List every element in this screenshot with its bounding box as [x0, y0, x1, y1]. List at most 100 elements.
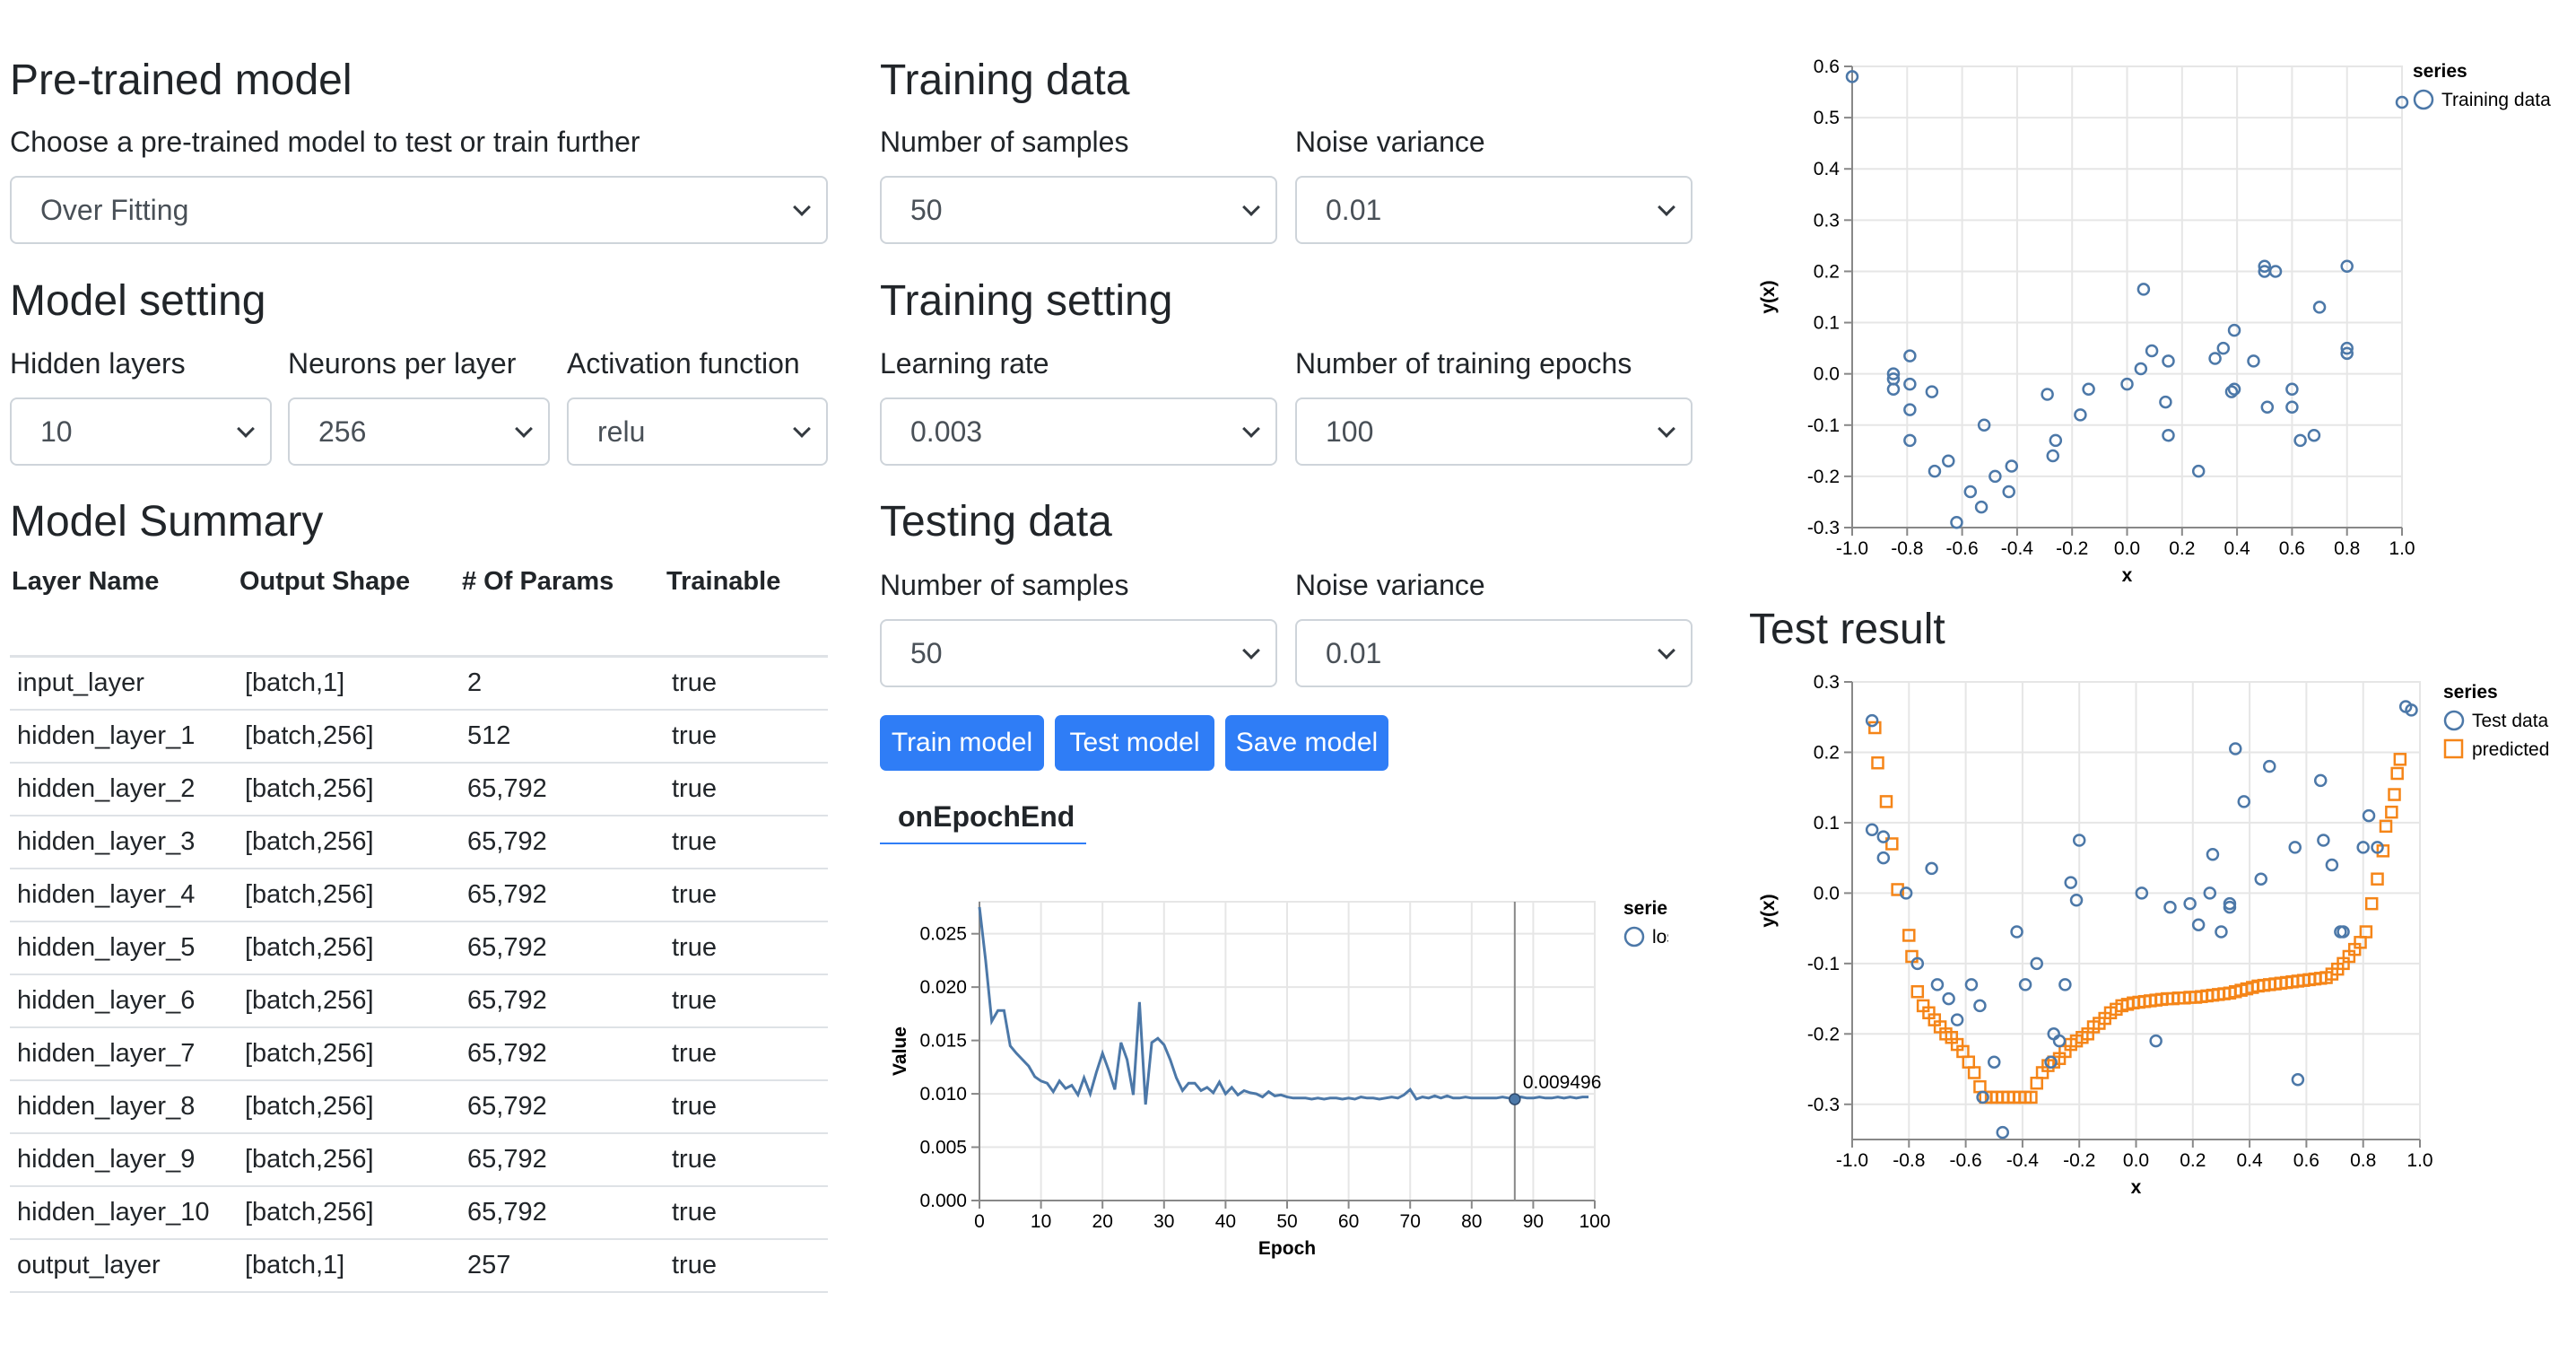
- chevron-down-icon: [793, 198, 811, 216]
- x-tick-label: 0.6: [2279, 538, 2305, 559]
- predicted-point: [2385, 805, 2398, 819]
- model-summary-table: Layer Name Output Shape # Of Params Trai…: [10, 567, 828, 1293]
- x-tick-label: -0.6: [1946, 538, 1979, 559]
- y-tick-label: 0.3: [1814, 210, 1840, 231]
- column-header: Layer Name: [10, 567, 238, 658]
- training-data-chart[interactable]: -1.0 -0.8 -0.6 -0.4 -0.2 0.0 0.2 0.4 0.6 0.8 1.0 -0…: [1749, 52, 2576, 599]
- pretrained-model-select[interactable]: Over Fitting: [10, 176, 828, 244]
- y-tick-label: 0.5: [1814, 108, 1840, 128]
- test-data-point: [2325, 858, 2339, 872]
- test-data-point: [2215, 925, 2228, 939]
- layer-name-cell: hidden_layer_4: [10, 869, 238, 922]
- test-data-point: [2010, 925, 2023, 939]
- activation-select[interactable]: relu: [567, 397, 828, 466]
- y-tick-label: -0.1: [1807, 954, 1840, 974]
- testing-noise-select[interactable]: 0.01: [1295, 619, 1693, 687]
- x-tick-label: 80: [1461, 1211, 1482, 1232]
- params-cell: 65,792: [460, 974, 665, 1028]
- y-tick-label: 0.0: [1814, 364, 1840, 385]
- test-data-point: [1950, 1013, 1964, 1026]
- params-cell: 65,792: [460, 869, 665, 922]
- params-cell: 512: [460, 710, 665, 764]
- x-tick-label: -0.4: [2006, 1150, 2040, 1171]
- x-axis-title: Epoch: [1258, 1238, 1316, 1259]
- column-header: # Of Params: [460, 567, 665, 658]
- trainable-cell: true: [665, 1080, 828, 1134]
- x-tick-label: 70: [1400, 1211, 1421, 1232]
- neurons-select[interactable]: 256: [288, 397, 550, 466]
- testing-samples-select[interactable]: 50: [880, 619, 1277, 687]
- trainable-cell: true: [665, 710, 828, 764]
- test-data-point: [2163, 900, 2177, 914]
- chevron-down-icon: [1658, 420, 1675, 438]
- test-result-chart[interactable]: -1.0 -0.8 -0.6 -0.4 -0.2 0.0 0.2 0.4 0.6 0.8 1.0 -0…: [1749, 673, 2576, 1211]
- neurons-label: Neurons per layer: [288, 347, 517, 380]
- predicted-point: [1879, 795, 1893, 808]
- training-noise-select[interactable]: 0.01: [1295, 176, 1693, 244]
- y-tick-label: 0.1: [1814, 313, 1840, 334]
- test-data-point: [1973, 999, 1987, 1013]
- layer-name-cell: hidden_layer_7: [10, 1027, 238, 1081]
- y-tick-label: 0.0: [1814, 883, 1840, 904]
- hidden-layers-select[interactable]: 10: [10, 397, 272, 466]
- test-data-point: [1996, 1125, 2009, 1140]
- loss-chart[interactable]: 0 10 20 30 40 50 60 70 80 90 100 0.000 0.005 0.010 0.0…: [879, 884, 1668, 1261]
- epochs-label: Number of training epochs: [1295, 347, 1632, 380]
- x-tick-label: 0: [974, 1211, 985, 1232]
- x-tick-label: 50: [1276, 1211, 1297, 1232]
- test-data-point: [1930, 978, 1945, 991]
- testing-noise-label: Noise variance: [1295, 569, 1485, 601]
- column-header: Output Shape: [238, 567, 460, 658]
- test-result-title: Test result: [1749, 606, 1945, 653]
- layer-name-cell: output_layer: [10, 1239, 238, 1293]
- training-samples-select[interactable]: 50: [880, 176, 1277, 244]
- training-data-point: [1950, 516, 1963, 529]
- test-data-point: [1964, 978, 1979, 991]
- predicted-point: [1871, 755, 1884, 770]
- x-tick-label: -0.8: [1893, 1150, 1925, 1171]
- training-data-point: [2074, 408, 2087, 422]
- x-tick-label: 0.0: [2114, 538, 2140, 559]
- train-model-button[interactable]: Train model: [880, 715, 1044, 771]
- x-tick-label: 90: [1523, 1211, 1544, 1232]
- learning-rate-select[interactable]: 0.003: [880, 397, 1277, 466]
- test-data-point: [1876, 851, 1891, 865]
- test-model-button[interactable]: Test model: [1055, 715, 1214, 771]
- training-samples-label: Number of samples: [880, 126, 1129, 158]
- training-data-point: [2145, 344, 2159, 358]
- save-model-button[interactable]: Save model: [1225, 715, 1388, 771]
- tab-onepochend[interactable]: onEpochEnd: [898, 800, 1075, 834]
- layer-name-cell: hidden_layer_2: [10, 763, 238, 816]
- trainable-cell: true: [665, 763, 828, 816]
- predicted-point: [1910, 984, 1925, 999]
- predicted-point: [2393, 753, 2407, 766]
- x-axis-title: x: [2131, 1177, 2142, 1198]
- chevron-down-icon: [1658, 642, 1675, 659]
- pretrained-subtitle: Choose a pre-trained model to test or tr…: [10, 126, 640, 158]
- y-tick-label: -0.2: [1807, 1024, 1840, 1044]
- trainable-cell: true: [665, 1133, 828, 1187]
- test-data-point: [2052, 1034, 2067, 1048]
- training-samples-value: 50: [910, 194, 943, 226]
- training-data-title: Training data: [880, 57, 1130, 104]
- training-data-point: [1903, 377, 1917, 391]
- table-row: output_layer [batch,1] 257 true: [10, 1239, 828, 1293]
- x-tick-label: 0.4: [2236, 1150, 2263, 1171]
- output-shape-cell: [batch,256]: [238, 1080, 460, 1134]
- y-tick-label: 0.025: [919, 924, 967, 945]
- column-header: Trainable: [665, 567, 828, 658]
- test-data-point: [2288, 841, 2302, 854]
- epochs-select[interactable]: 100: [1295, 397, 1693, 466]
- trainable-cell: true: [665, 1239, 828, 1293]
- output-shape-cell: [batch,256]: [238, 1133, 460, 1187]
- output-shape-cell: [batch,1]: [238, 656, 460, 711]
- y-axis-title: Value: [890, 1026, 910, 1076]
- testing-data-title: Testing data: [880, 498, 1112, 546]
- chevron-down-icon: [237, 420, 255, 438]
- params-cell: 65,792: [460, 1027, 665, 1081]
- y-axis-title: y(x): [1758, 280, 1779, 313]
- chevron-down-icon: [1242, 198, 1260, 216]
- table-row: hidden_layer_6 [batch,256] 65,792 true: [10, 974, 828, 1028]
- trainable-cell: true: [665, 974, 828, 1028]
- predicted-point: [2030, 1076, 2043, 1090]
